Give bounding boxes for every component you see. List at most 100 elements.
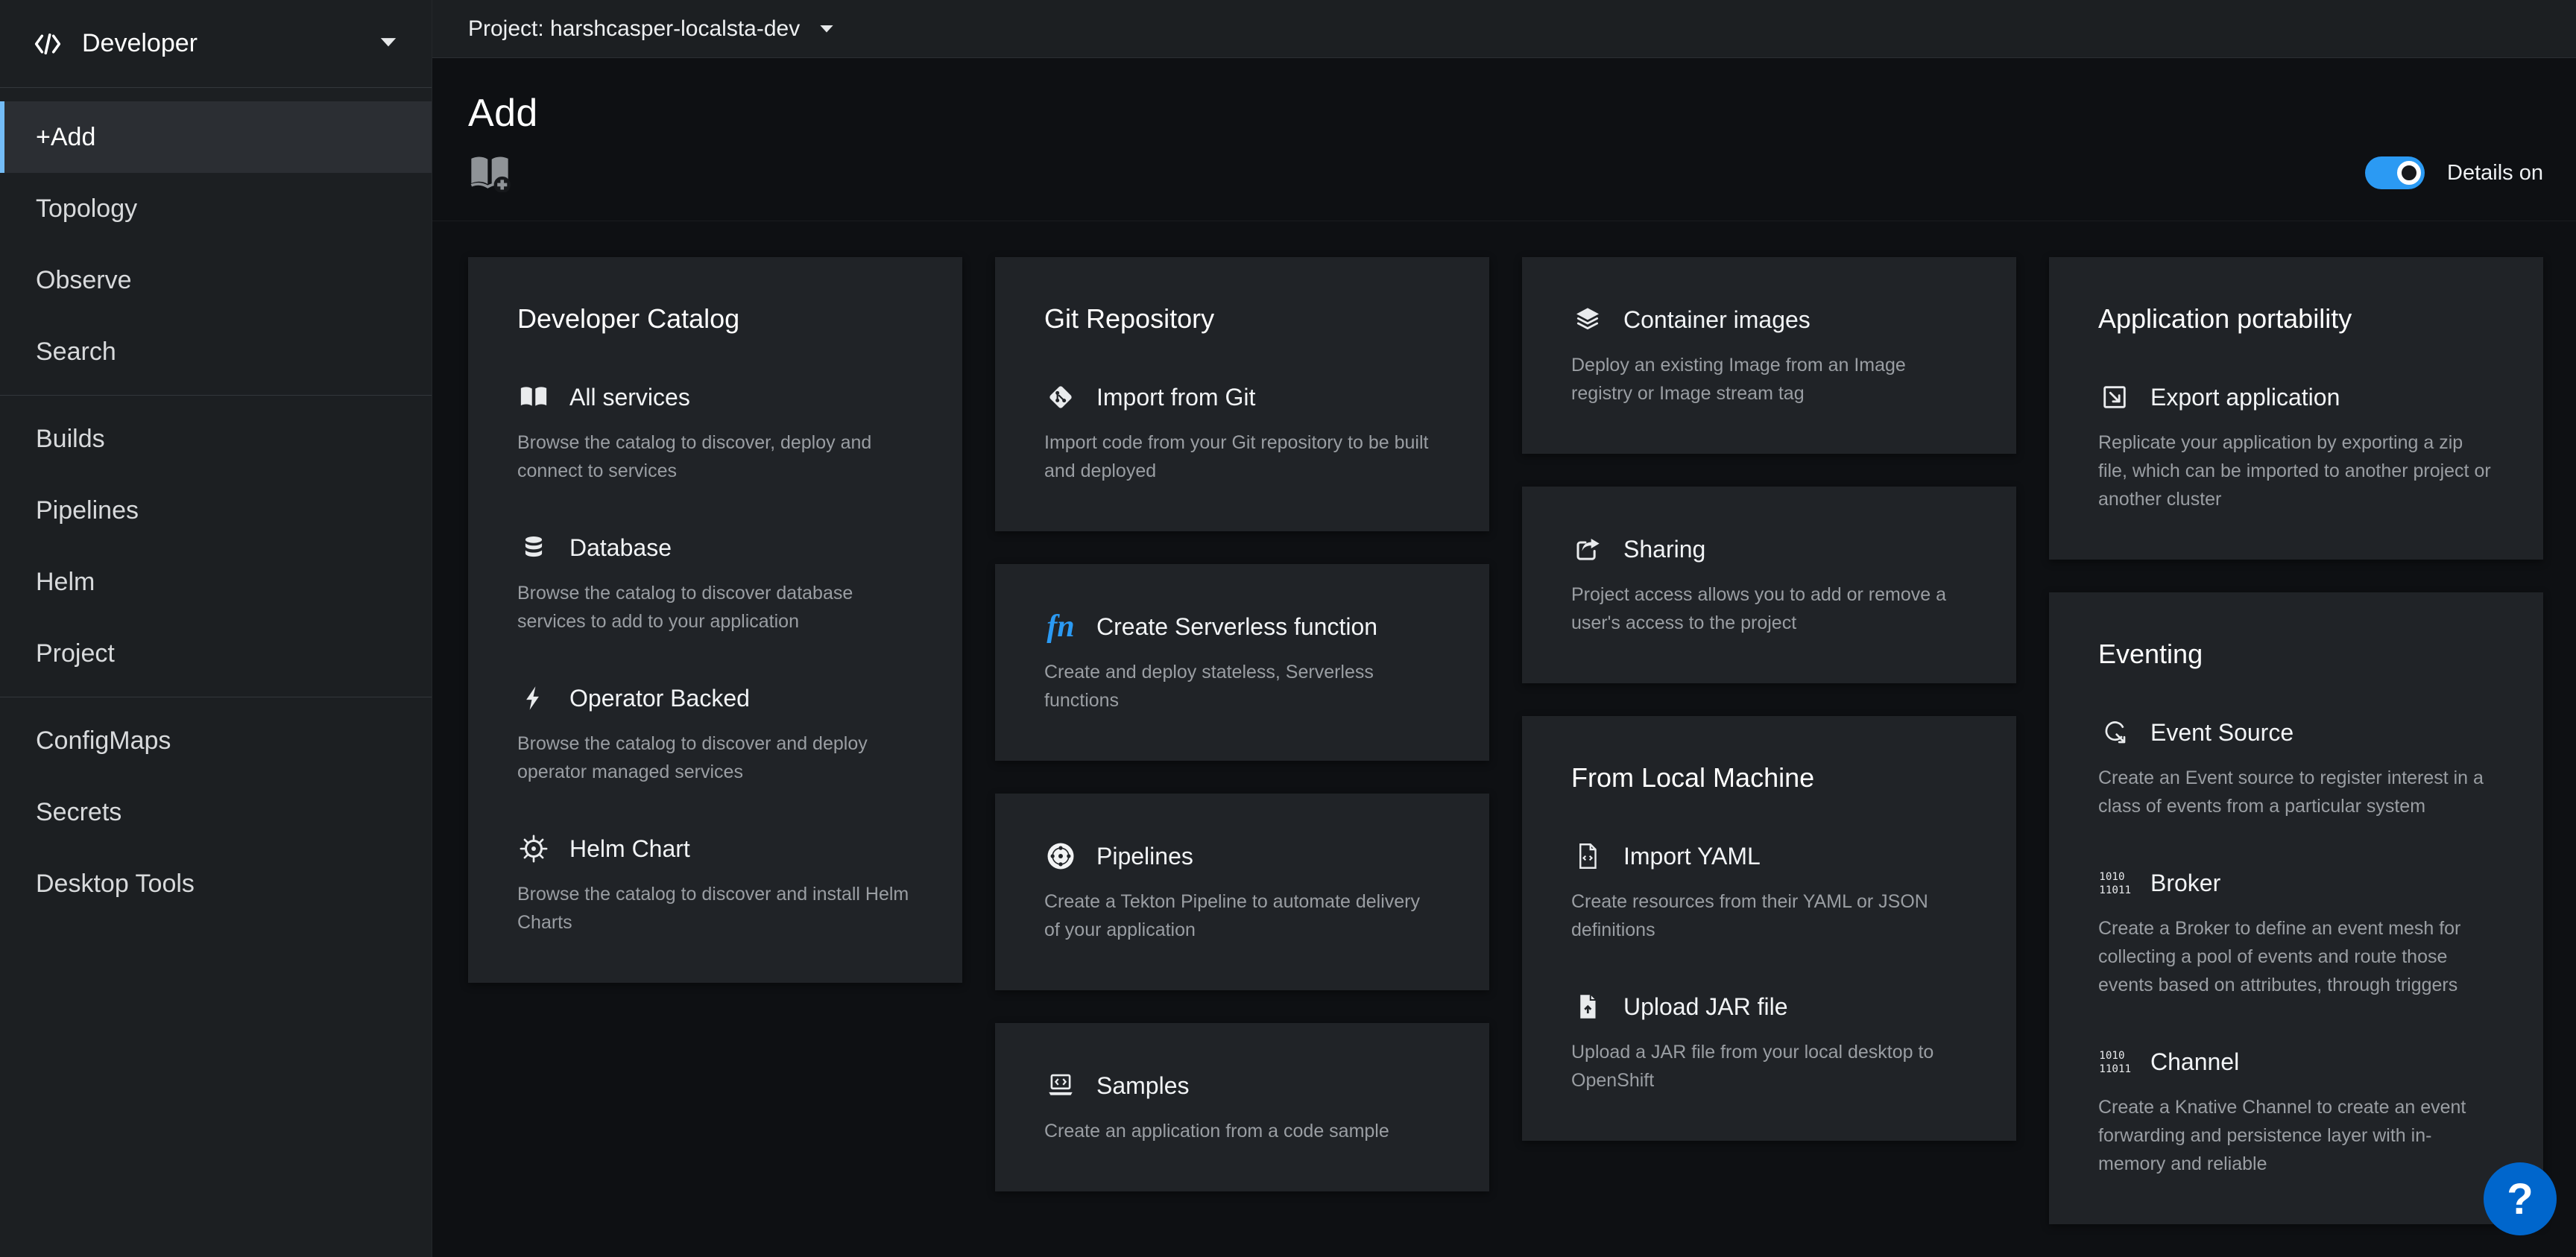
add-item-description: Browse the catalog to discover database … [517, 579, 913, 636]
add-item-operator-backed[interactable]: Operator Backed Browse the catalog to di… [517, 682, 913, 786]
add-item-title: Upload JAR file [1623, 993, 1788, 1021]
add-item-description: Browse the catalog to discover and insta… [517, 880, 913, 937]
add-item-title: Helm Chart [569, 835, 690, 863]
sidebar-item-project[interactable]: Project [0, 618, 432, 689]
page-title: Add [468, 91, 2543, 136]
card-eventing: Eventing Event Source Create an Event so… [2049, 592, 2543, 1224]
add-item-description: Create a Broker to define an event mesh … [2098, 914, 2494, 999]
grid-column-2: Git Repository [995, 257, 1489, 1191]
tekton-pipelines-icon [1044, 840, 1077, 873]
add-item-pipelines[interactable]: Pipelines Create a Tekton Pipeline to au… [1044, 840, 1440, 944]
sidebar-item-topology[interactable]: Topology [0, 173, 432, 244]
add-item-samples[interactable]: Samples Create an application from a cod… [1044, 1069, 1440, 1145]
card-from-local-machine: From Local Machine Import YAML Create r [1522, 716, 2016, 1141]
sidebar-item-builds[interactable]: Builds [0, 403, 432, 475]
card-git-repository: Git Repository [995, 257, 1489, 531]
add-item-import-yaml[interactable]: Import YAML Create resources from their … [1571, 840, 1967, 944]
add-item-event-source[interactable]: Event Source Create an Event source to r… [2098, 716, 2494, 820]
svg-text:11011: 11011 [2099, 1063, 2131, 1075]
question-mark-icon: ? [2507, 1174, 2533, 1224]
binary-broker-icon: 1010 11011 [2098, 867, 2131, 899]
details-toggle-label: Details on [2447, 161, 2543, 186]
perspective-label: Developer [82, 29, 198, 58]
details-toggle[interactable] [2365, 156, 2425, 189]
export-icon [2098, 381, 2131, 414]
add-item-title: Channel [2150, 1048, 2239, 1076]
add-item-title: Import YAML [1623, 843, 1761, 870]
sidebar-item-search[interactable]: Search [0, 316, 432, 387]
nav-divider [0, 395, 432, 396]
add-item-description: Create a Knative Channel to create an ev… [2098, 1093, 2494, 1178]
share-icon [1571, 533, 1604, 566]
chevron-down-icon [819, 24, 834, 34]
page-header: Add Details on [432, 58, 2576, 221]
sidebar-item-observe[interactable]: Observe [0, 244, 432, 316]
add-item-create-serverless-function[interactable]: fn Create Serverless function Create and… [1044, 610, 1440, 715]
laptop-code-icon [1044, 1069, 1077, 1102]
add-item-database[interactable]: Database Browse the catalog to discover … [517, 531, 913, 636]
add-item-export-application[interactable]: Export application Replicate your applic… [2098, 381, 2494, 513]
book-plus-icon[interactable] [468, 153, 511, 192]
add-item-title: Event Source [2150, 719, 2294, 747]
card-title: Developer Catalog [517, 303, 913, 335]
project-selector[interactable]: Project: harshcasper-localsta-dev [468, 16, 834, 42]
add-item-import-from-git[interactable]: Import from Git Import code from your Gi… [1044, 381, 1440, 485]
svg-text:1010: 1010 [2099, 1050, 2124, 1062]
sidebar-item-secrets[interactable]: Secrets [0, 776, 432, 848]
sidebar-item-desktop-tools[interactable]: Desktop Tools [0, 848, 432, 919]
add-item-broker[interactable]: 1010 11011 Broker Create a Broker to def… [2098, 867, 2494, 999]
sidebar-item-configmaps[interactable]: ConfigMaps [0, 705, 432, 776]
function-icon: fn [1044, 610, 1077, 643]
grid-column-1: Developer Catalog All services Browse th… [468, 257, 962, 983]
add-item-helm-chart[interactable]: Helm Chart Browse the catalog to discove… [517, 832, 913, 937]
svg-text:1010: 1010 [2099, 871, 2124, 883]
add-item-title: Sharing [1623, 536, 1705, 563]
grid-column-3: Container images Deploy an existing Imag… [1522, 257, 2016, 1141]
add-item-upload-jar-file[interactable]: Upload JAR file Upload a JAR file from y… [1571, 990, 1967, 1095]
add-item-description: Browse the catalog to discover and deplo… [517, 729, 913, 786]
add-item-title: Samples [1096, 1072, 1190, 1100]
sidebar-nav: +Add Topology Observe Search Builds Pipe… [0, 88, 432, 919]
add-item-sharing[interactable]: Sharing Project access allows you to add… [1571, 533, 1967, 637]
add-card-grid: Developer Catalog All services Browse th… [432, 221, 2576, 1224]
add-item-description: Create a Tekton Pipeline to automate del… [1044, 887, 1440, 944]
add-item-description: Upload a JAR file from your local deskto… [1571, 1038, 1967, 1095]
add-item-description: Create an Event source to register inter… [2098, 764, 2494, 820]
add-item-title: Broker [2150, 870, 2220, 897]
add-item-title: Create Serverless function [1096, 613, 1377, 641]
add-item-all-services[interactable]: All services Browse the catalog to disco… [517, 381, 913, 485]
file-code-icon [1571, 840, 1604, 873]
sidebar-item-helm[interactable]: Helm [0, 546, 432, 618]
card-title: From Local Machine [1571, 762, 1967, 794]
card-container-images: Container images Deploy an existing Imag… [1522, 257, 2016, 454]
grid-column-4: Application portability Export applicati… [2049, 257, 2543, 1224]
add-item-title: Database [569, 534, 672, 562]
add-item-title: All services [569, 384, 690, 411]
add-item-container-images[interactable]: Container images Deploy an existing Imag… [1571, 303, 1967, 408]
card-application-portability: Application portability Export applicati… [2049, 257, 2543, 560]
card-serverless-function: fn Create Serverless function Create and… [995, 564, 1489, 761]
card-title: Git Repository [1044, 303, 1440, 335]
add-item-description: Replicate your application by exporting … [2098, 428, 2494, 513]
card-title: Application portability [2098, 303, 2494, 335]
help-button[interactable]: ? [2484, 1162, 2557, 1235]
sidebar-item-pipelines[interactable]: Pipelines [0, 475, 432, 546]
add-item-title: Container images [1623, 306, 1811, 334]
open-book-icon [517, 381, 550, 414]
project-bar: Project: harshcasper-localsta-dev [432, 0, 2576, 58]
add-item-channel[interactable]: 1010 11011 Channel Create a Knative Chan… [2098, 1045, 2494, 1178]
svg-text:11011: 11011 [2099, 884, 2131, 896]
card-developer-catalog: Developer Catalog All services Browse th… [468, 257, 962, 983]
details-toggle-group: Details on [2365, 156, 2543, 189]
database-icon [517, 531, 550, 564]
add-item-description: Create resources from their YAML or JSON… [1571, 887, 1967, 944]
git-icon [1044, 381, 1077, 414]
card-sharing: Sharing Project access allows you to add… [1522, 487, 2016, 683]
binary-channel-icon: 1010 11011 [2098, 1045, 2131, 1078]
sidebar-item-add[interactable]: +Add [0, 101, 432, 173]
add-item-title: Pipelines [1096, 843, 1193, 870]
add-item-description: Project access allows you to add or remo… [1571, 580, 1967, 637]
card-title: Eventing [2098, 639, 2494, 670]
perspective-switcher[interactable]: Developer [0, 0, 432, 88]
code-icon [33, 31, 63, 57]
